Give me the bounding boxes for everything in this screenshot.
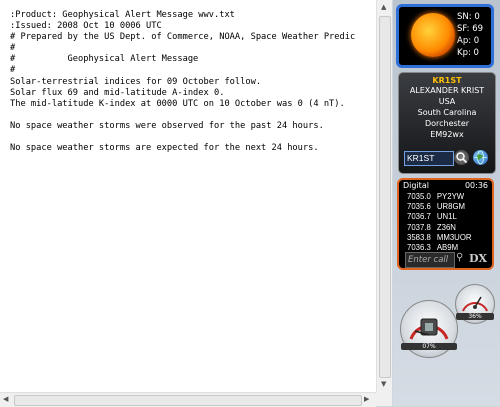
globe-icon[interactable] <box>473 150 488 165</box>
document-line: Solar-terrestrial indices for 09 October… <box>10 76 262 87</box>
spot-callsign: Z36N <box>436 222 456 232</box>
spot-callsign: UR8GM <box>436 202 466 212</box>
text-document-pane[interactable]: :Product: Geophysical Alert Message wwv.… <box>0 0 392 407</box>
document-line: No space weather storms are expected for… <box>10 143 319 154</box>
spot-callsign: PY2YW <box>436 192 465 201</box>
document-line: Solar flux 69 and mid-latitude A-index 0… <box>10 87 225 98</box>
operator-country: USA <box>438 97 456 106</box>
spot-frequency: 7037.8 <box>407 222 431 232</box>
dx-spot-row[interactable]: 7037.8 Z36N <box>407 223 478 233</box>
dx-search-icon[interactable]: ⚲ <box>456 252 463 263</box>
spot-callsign: UN1L <box>436 212 457 222</box>
spot-callsign: MM3UOR <box>436 232 472 242</box>
scroll-down-arrow-icon[interactable]: ▼ <box>381 380 386 388</box>
vertical-scroll-thumb[interactable] <box>379 16 391 378</box>
document-line: No space weather storms were observed fo… <box>10 120 324 131</box>
dx-spot-row[interactable]: 7035.6 UR8GM <box>407 202 478 212</box>
horizontal-scrollbar[interactable]: ◀ ▶ <box>0 392 376 407</box>
dx-spot-row[interactable]: 7036.7 UN1L <box>407 212 478 222</box>
callbook-header: KR1ST <box>432 76 462 85</box>
document-line: :Issued: 2008 Oct 10 0006 UTC <box>10 21 162 32</box>
spot-frequency: 7035.6 <box>407 202 431 212</box>
sun-icon <box>411 13 455 57</box>
memory-meter-gauge[interactable]: 36% <box>455 284 495 324</box>
dx-cluster-gadget: Digital 00:36 7035.0 PY2YW 7035.6 UR8GM 7036… <box>397 178 494 270</box>
spot-frequency: 3583.8 <box>407 232 431 242</box>
dx-spot-row[interactable]: 7035.0 PY2YW <box>407 192 478 202</box>
scroll-right-arrow-icon[interactable]: ▶ <box>364 395 369 403</box>
operator-grid: EM92wx <box>430 130 464 139</box>
memory-percent: 36% <box>456 313 494 320</box>
document-text: :Product: Geophysical Alert Message wwv.… <box>10 10 370 154</box>
dx-spot-table: 7035.0 PY2YW 7035.6 UR8GM 7036.7 UN1L 7037.8 Z3… <box>407 192 478 253</box>
document-line: The mid-latitude K-index at 0000 UTC on … <box>10 98 345 109</box>
spot-frequency: 7035.0 <box>407 192 431 201</box>
document-line: # <box>10 65 16 76</box>
sunspot-number: SN: 0 <box>457 12 480 22</box>
vertical-scrollbar[interactable]: ▲ ▼ <box>376 0 392 392</box>
horizontal-scroll-thumb[interactable] <box>14 395 362 406</box>
dx-mode-label: Digital <box>403 181 429 190</box>
kp-index: Kp: 0 <box>457 48 479 58</box>
operator-state: South Carolina <box>417 108 477 117</box>
call-input[interactable]: Enter call <box>405 252 455 268</box>
document-line: # Geophysical Alert Message <box>10 54 199 65</box>
document-line: # <box>10 43 16 54</box>
solar-flux: SF: 69 <box>457 24 484 34</box>
dx-button[interactable]: DX <box>469 252 487 265</box>
dx-spot-row[interactable]: 3583.8 MM3UOR <box>407 233 478 243</box>
solar-conditions-gadget[interactable]: SN: 0 SF: 69 Ap: 0 Kp: 0 <box>396 4 494 68</box>
ap-index: Ap: 0 <box>457 36 480 46</box>
cpu-meter-gauge[interactable]: 07% <box>400 300 458 358</box>
cpu-percent: 07% <box>401 343 457 350</box>
spot-frequency: 7036.7 <box>407 212 431 222</box>
dx-time: 00:36 <box>464 181 488 190</box>
scroll-up-arrow-icon[interactable]: ▲ <box>381 3 386 11</box>
callbook-gadget: KR1ST ALEXANDER KRIST USA South Carolina… <box>398 72 496 174</box>
scroll-left-arrow-icon[interactable]: ◀ <box>3 395 8 403</box>
operator-county: Dorchester <box>424 119 470 128</box>
callsign-input[interactable]: KR1ST <box>404 151 454 166</box>
document-line: :Product: Geophysical Alert Message wwv.… <box>10 10 235 20</box>
search-icon[interactable] <box>454 150 469 165</box>
operator-name: ALEXANDER KRIST <box>409 86 485 95</box>
scrollbar-corner <box>376 392 392 406</box>
document-line: # Prepared by the US Dept. of Commerce, … <box>10 32 356 43</box>
